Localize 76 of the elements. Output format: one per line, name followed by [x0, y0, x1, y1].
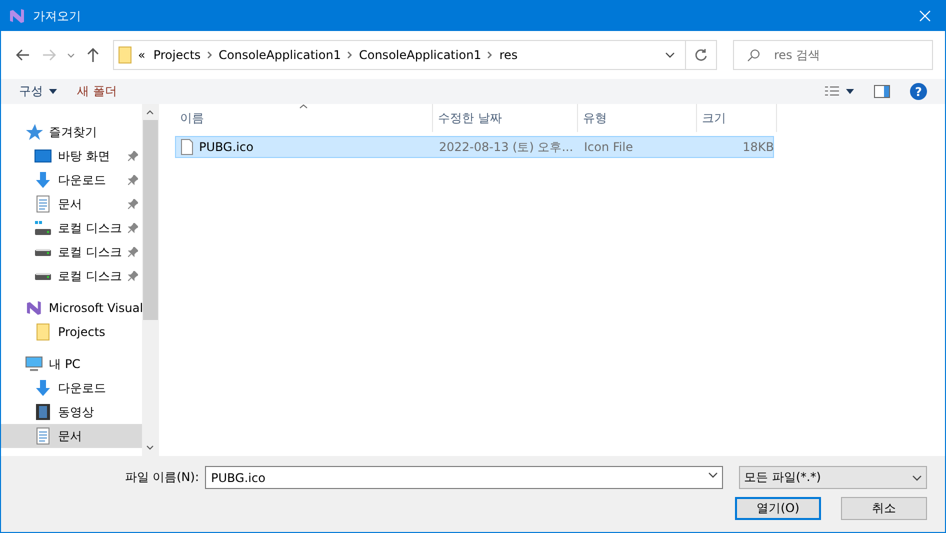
nav-item[interactable]: 다운로드	[1, 168, 142, 192]
drive-icon	[34, 220, 52, 236]
film-icon	[34, 403, 52, 421]
breadcrumb[interactable]: Projects	[147, 48, 207, 62]
preview-pane-icon	[874, 85, 890, 98]
file-type: Icon File	[583, 140, 634, 154]
view-options-button[interactable]	[824, 84, 854, 98]
file-icon	[181, 139, 193, 155]
caret-icon	[708, 472, 718, 478]
column-header[interactable]: 이름	[175, 104, 433, 132]
open-button[interactable]: 열기(O)	[735, 497, 821, 520]
monitor-icon	[34, 147, 52, 165]
nav-item[interactable]: Microsoft Visual	[1, 296, 142, 320]
search-icon	[747, 49, 760, 62]
overflow-crumb[interactable]: «	[132, 48, 148, 62]
ribbon-logo-icon	[9, 8, 25, 24]
file-type-dropdown[interactable]: 모든 파일(*.*)	[739, 466, 927, 489]
nav-item[interactable]: 동영상	[1, 400, 142, 424]
caret-icon	[912, 474, 922, 480]
drive-icon	[34, 248, 52, 256]
modified-date: 2022-08-13 (토) 오후...	[438, 138, 574, 156]
breadcrumb[interactable]: ConsoleApplication1	[212, 48, 347, 62]
nav-item[interactable]: 로컬 디스크	[1, 240, 142, 264]
chevron-icon	[487, 51, 494, 59]
column-header[interactable]: 수정한 날짜	[433, 104, 578, 132]
address-bar[interactable]: « Projects ConsoleApplication1 ConsoleApplication1 res	[113, 40, 717, 70]
file-size: 18KB	[742, 140, 775, 154]
column-header[interactable]: 유형	[578, 104, 697, 132]
scrollbar[interactable]	[142, 104, 158, 456]
caret-icon	[846, 89, 854, 94]
nav-item[interactable]: Projects	[1, 320, 142, 344]
window-title: 가져오기	[33, 8, 82, 24]
caret-icon	[49, 89, 57, 94]
refresh-icon	[694, 48, 708, 62]
filename-field[interactable]: PUBG.ico	[205, 466, 723, 489]
file-name: PUBG.ico	[199, 140, 254, 154]
document-icon	[34, 195, 52, 213]
breadcrumb[interactable]: ConsoleApplication1	[352, 48, 488, 62]
ribbon-logo-icon	[25, 299, 43, 317]
sort-icon	[299, 104, 308, 109]
details-view-icon	[824, 84, 840, 98]
organize-button[interactable]: 구성	[19, 83, 57, 100]
nav-item[interactable]: 로컬 디스크	[1, 264, 142, 288]
nav-item[interactable]: 문서	[1, 424, 142, 448]
filename-label: 파일 이름(N):	[124, 469, 199, 486]
folder-icon	[34, 323, 52, 341]
nav-item[interactable]: 로컬 디스크	[1, 216, 142, 240]
computer-icon	[25, 355, 43, 373]
document-icon	[34, 427, 52, 445]
breadcrumb[interactable]: res	[493, 48, 524, 62]
preview-pane-button[interactable]	[874, 85, 890, 98]
nav-item[interactable]: 다운로드	[1, 376, 142, 400]
scrollbar-thumb[interactable]	[142, 120, 158, 320]
caret-icon	[664, 52, 674, 58]
up-arrow-icon	[87, 48, 99, 62]
caret-icon	[67, 52, 75, 58]
nav-item[interactable]: 즐겨찾기	[1, 120, 142, 144]
new-folder-button[interactable]: 새 폴더	[77, 83, 117, 100]
left-arrow-icon	[16, 49, 30, 61]
nav-item[interactable]: 문서	[1, 192, 142, 216]
folder-icon	[118, 46, 132, 64]
help-button[interactable]: ?	[910, 83, 927, 100]
cancel-button[interactable]: 취소	[841, 497, 927, 520]
close-icon	[919, 10, 931, 22]
drive-icon	[34, 272, 52, 280]
nav-item[interactable]: 바탕 화면	[1, 144, 142, 168]
right-arrow-icon	[42, 49, 56, 61]
search-field[interactable]: res 검색	[733, 40, 933, 70]
star-icon	[25, 123, 43, 141]
down-arrow-icon	[34, 171, 52, 189]
chevron-icon	[346, 51, 353, 59]
file-row[interactable]: PUBG.ico 2022-08-13 (토) 오후... Icon File 18KB	[175, 136, 774, 158]
column-header[interactable]: 크기	[697, 104, 777, 132]
down-arrow-icon	[34, 379, 52, 397]
nav-item[interactable]: 내 PC	[1, 352, 142, 376]
chevron-icon	[206, 51, 213, 59]
